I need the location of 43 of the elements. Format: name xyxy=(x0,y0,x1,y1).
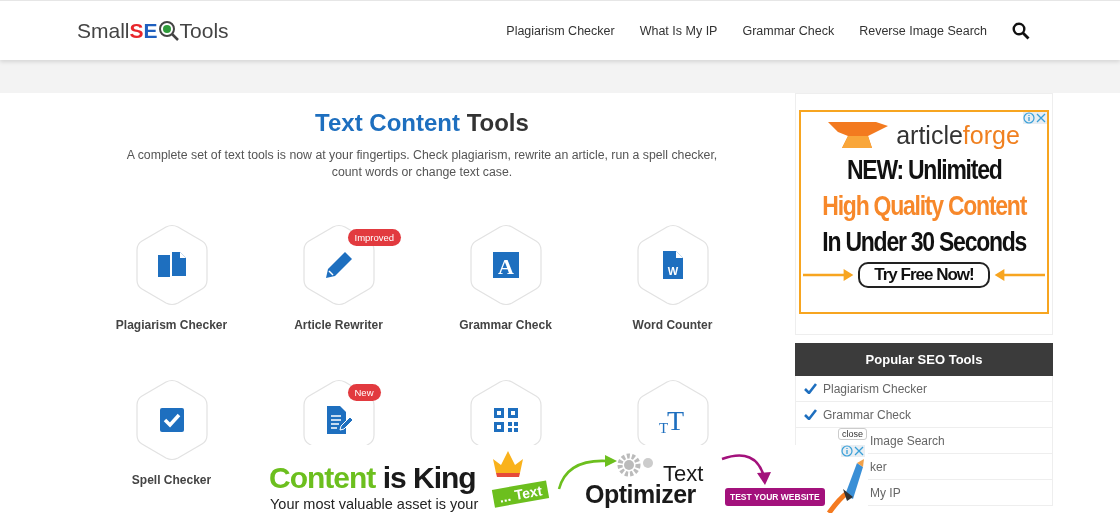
search-icon[interactable] xyxy=(1012,21,1030,40)
magnifier-icon xyxy=(157,19,180,42)
close-icon[interactable] xyxy=(853,445,865,457)
info-icon[interactable] xyxy=(841,445,853,457)
ad-banner[interactable]: articleforge NEW: Unlimited High Quality Content In Under 30 Seconds Try Free Now! xyxy=(799,110,1049,314)
tool-label[interactable]: Spell Checker xyxy=(131,473,212,489)
try-free-button[interactable]: Try Free Now! xyxy=(858,262,990,288)
arrow-icon xyxy=(803,269,855,281)
tool-link[interactable]: Image Search xyxy=(870,433,945,448)
page-description: A complete set of text tools is now at your fingertips. Check plagiarism, rewrite an article, run a spell checker, count words or change text case. xyxy=(125,147,719,181)
tool-link[interactable]: My IP xyxy=(870,485,901,500)
tool-label[interactable]: Word Counter xyxy=(632,318,713,334)
check-icon xyxy=(804,383,817,394)
nav-link[interactable]: Grammar Check xyxy=(742,23,835,38)
brand-name: articleforge xyxy=(896,120,1020,150)
banner-subline: Your most valuable asset is your xyxy=(270,496,479,512)
tool-link[interactable]: ker xyxy=(870,459,887,474)
check-icon xyxy=(804,409,817,420)
page-title: Text Content Tools xyxy=(315,109,529,137)
tool-label[interactable]: Plagiarism Checker xyxy=(115,318,228,334)
close-icon[interactable] xyxy=(1035,112,1047,124)
ad-headline: High Quality Content xyxy=(822,189,1026,223)
test-website-button[interactable]: TEST YOUR WEBSITE xyxy=(725,488,825,506)
banner-tag: ... Text xyxy=(491,480,550,508)
tool-badge: New xyxy=(347,384,381,401)
info-icon[interactable] xyxy=(1023,112,1035,124)
nav-link[interactable]: Reverse Image Search xyxy=(859,23,987,38)
close-tooltip: close xyxy=(838,428,867,440)
ad-headline: In Under 30 Seconds xyxy=(822,225,1026,259)
rocket-pencil-icon xyxy=(825,459,865,513)
arrow-icon xyxy=(993,269,1045,281)
ad-headline: NEW: Unlimited xyxy=(846,153,1002,187)
logo[interactable]: SmallSE Tools xyxy=(77,18,229,43)
nav-link[interactable]: What Is My IP xyxy=(639,23,718,38)
tool-link[interactable]: Grammar Check xyxy=(823,407,911,422)
banner-headline: Content is King xyxy=(269,461,476,495)
crown-icon xyxy=(491,449,525,477)
nav-link[interactable]: Plagiarism Checker xyxy=(506,23,615,38)
section-header: Popular SEO Tools xyxy=(795,343,1053,376)
tool-badge: Improved xyxy=(347,229,402,246)
text-size-icon: TT xyxy=(656,404,689,436)
tool-label[interactable]: Grammar Check xyxy=(459,318,552,334)
tool-label[interactable]: Article Rewriter xyxy=(294,318,383,334)
